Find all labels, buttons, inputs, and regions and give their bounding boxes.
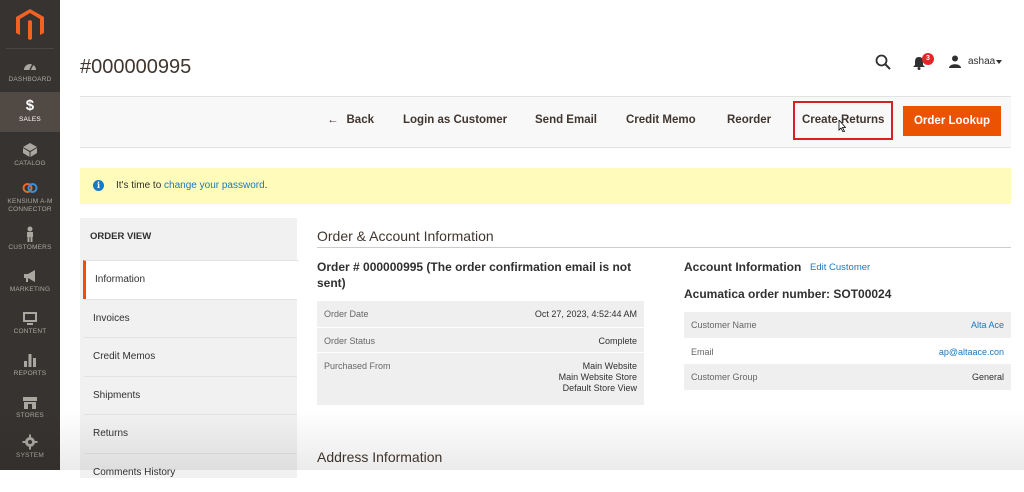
change-password-link[interactable]: change your password	[164, 180, 265, 191]
order-view-header: ORDER VIEW	[90, 231, 152, 242]
admin-sidebar: DASHBOARD $ SALES CATALOG KENSIUM A-M CO…	[0, 0, 60, 470]
account-info-heading: Account Information	[684, 260, 802, 274]
section-title: Order & Account Information	[317, 228, 494, 244]
tab-credit-memos[interactable]: Credit Memos	[84, 337, 297, 376]
acumatica-order-number: Acumatica order number: SOT00024	[684, 287, 892, 301]
arrow-left-icon: ←	[327, 114, 339, 126]
order-row-status: Order Status Complete	[317, 328, 644, 352]
sidebar-item-kensium[interactable]: KENSIUM A-M CONNECTOR	[0, 180, 60, 216]
tab-invoices[interactable]: Invoices	[84, 299, 297, 338]
content-icon	[23, 312, 37, 325]
order-heading: Order # 000000995 (The order confirmatio…	[317, 260, 632, 290]
sidebar-item-marketing[interactable]: MARKETING	[0, 268, 60, 296]
tab-returns[interactable]: Returns	[84, 414, 297, 453]
account-row-name: Customer Name Alta Ace	[684, 312, 1011, 338]
email-link[interactable]: ap@altaace.con	[939, 347, 1004, 357]
sidebar-item-label: DASHBOARD	[8, 76, 52, 83]
person-icon	[27, 226, 33, 242]
reorder-button[interactable]: Reorder	[727, 114, 771, 126]
account-row-email: Email ap@altaace.con	[684, 339, 1011, 363]
sidebar-item-label: REPORTS	[13, 370, 47, 377]
sidebar-item-stores[interactable]: STORES	[0, 394, 60, 422]
sidebar-item-label: KENSIUM A-M CONNECTOR	[7, 198, 53, 213]
tab-shipments[interactable]: Shipments	[84, 376, 297, 415]
order-view-nav: ORDER VIEW Information Invoices Credit M…	[80, 218, 299, 478]
password-notice: i It's time to change your password.	[80, 168, 1011, 204]
sidebar-item-label: MARKETING	[9, 286, 51, 293]
sidebar-item-dashboard[interactable]: DASHBOARD	[0, 58, 60, 88]
mouse-cursor-icon	[838, 120, 846, 132]
user-name[interactable]: ashaa	[968, 56, 995, 67]
sidebar-item-content[interactable]: CONTENT	[0, 310, 60, 338]
page-title: #000000995	[80, 56, 192, 78]
back-button[interactable]: ← Back	[327, 114, 374, 126]
login-as-customer-button[interactable]: Login as Customer	[403, 114, 507, 126]
info-icon: i	[93, 180, 104, 191]
sidebar-item-label: CONTENT	[13, 328, 47, 335]
order-lookup-button[interactable]: Order Lookup	[903, 106, 1001, 136]
sidebar-item-label: CATALOG	[14, 160, 46, 167]
sidebar-item-sales[interactable]: $ SALES	[0, 92, 60, 132]
sidebar-item-label: STORES	[16, 412, 44, 419]
send-email-button[interactable]: Send Email	[535, 114, 597, 126]
account-row-group: Customer Group General	[684, 364, 1011, 390]
sidebar-item-catalog[interactable]: CATALOG	[0, 142, 60, 170]
cube-icon	[23, 143, 37, 157]
notification-count-badge: 3	[922, 53, 934, 65]
sidebar-item-system[interactable]: SYSTEM	[0, 434, 60, 462]
connector-icon	[22, 183, 38, 193]
tab-comments-history[interactable]: Comments History	[84, 453, 297, 492]
search-icon[interactable]	[875, 54, 891, 70]
divider	[317, 247, 1011, 248]
address-info-heading: Address Information	[317, 449, 443, 465]
edit-customer-link[interactable]: Edit Customer	[810, 262, 870, 273]
magento-logo-icon[interactable]	[15, 8, 45, 42]
store-icon	[23, 397, 37, 409]
gear-icon	[22, 434, 38, 450]
sidebar-item-label: SYSTEM	[16, 452, 44, 459]
chevron-down-icon[interactable]	[996, 60, 1002, 64]
credit-memo-button[interactable]: Credit Memo	[626, 114, 696, 126]
notice-text: It's time to change your password.	[116, 180, 268, 191]
tab-information[interactable]: Information	[83, 260, 299, 299]
order-row-purchased-from: Purchased From Main Website Main Website …	[317, 353, 644, 405]
sidebar-item-reports[interactable]: REPORTS	[0, 352, 60, 380]
bar-chart-icon	[24, 354, 36, 367]
order-row-date: Order Date Oct 27, 2023, 4:52:44 AM	[317, 301, 644, 327]
user-icon[interactable]	[949, 55, 961, 68]
dollar-icon: $	[25, 97, 35, 114]
customer-name-link[interactable]: Alta Ace	[971, 320, 1004, 330]
sidebar-item-customers[interactable]: CUSTOMERS	[0, 226, 60, 254]
sidebar-item-label: CUSTOMERS	[8, 244, 52, 251]
dashboard-icon	[24, 63, 36, 71]
sidebar-item-label: SALES	[19, 116, 41, 123]
megaphone-icon	[24, 270, 35, 282]
